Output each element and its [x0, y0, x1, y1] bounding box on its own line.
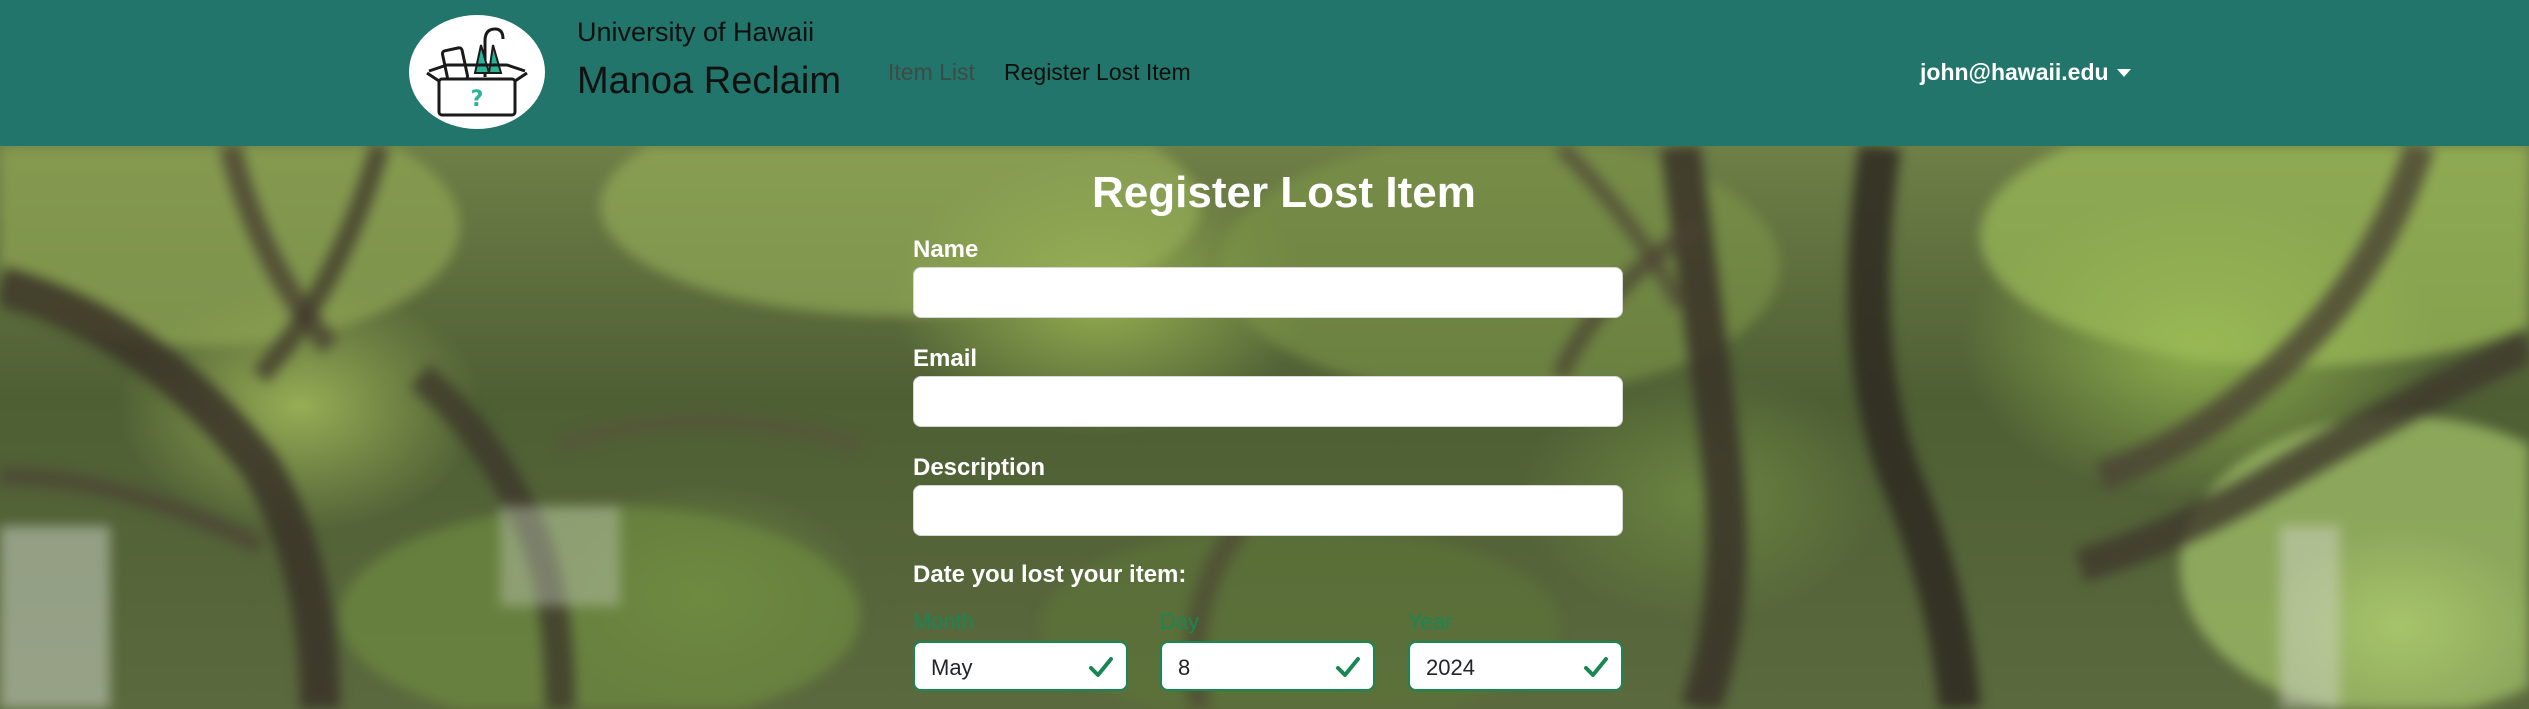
month-select[interactable]: May — [913, 641, 1128, 691]
name-input[interactable] — [913, 267, 1623, 318]
background-image — [0, 146, 2529, 709]
name-label: Name — [913, 236, 979, 263]
year-value: 2024 — [1426, 655, 1475, 680]
brand-subtitle: University of Hawaii — [577, 17, 815, 47]
nav-link-register-lost-item[interactable]: Register Lost Item — [1004, 59, 1191, 86]
year-select[interactable]: 2024 — [1408, 641, 1623, 691]
page-title: Register Lost Item — [1092, 168, 1476, 217]
email-input[interactable] — [913, 376, 1623, 427]
day-label: Day — [1160, 609, 1200, 634]
month-value: May — [931, 655, 973, 680]
day-value: 8 — [1178, 655, 1191, 680]
navbar: ? University of Hawaii Manoa Reclaim Ite… — [0, 0, 2529, 146]
user-dropdown[interactable]: john@hawaii.edu — [1920, 59, 2131, 86]
date-lost-label: Date you lost your item: — [913, 561, 1187, 588]
svg-text:?: ? — [471, 87, 484, 112]
month-label: Month — [913, 609, 975, 634]
user-email: john@hawaii.edu — [1920, 59, 2109, 85]
caret-down-icon — [2116, 68, 2131, 77]
checkmark-icon — [1089, 657, 1113, 677]
logo-icon[interactable]: ? — [409, 15, 545, 129]
description-label: Description — [913, 454, 1046, 481]
checkmark-icon — [1584, 657, 1608, 677]
brand-title[interactable]: Manoa Reclaim — [577, 60, 841, 103]
nav-link-item-list[interactable]: Item List — [888, 59, 975, 86]
checkmark-icon — [1336, 657, 1360, 677]
year-label: Year — [1408, 609, 1453, 634]
description-input[interactable] — [913, 485, 1623, 536]
day-select[interactable]: 8 — [1160, 641, 1375, 691]
email-label: Email — [913, 345, 978, 372]
